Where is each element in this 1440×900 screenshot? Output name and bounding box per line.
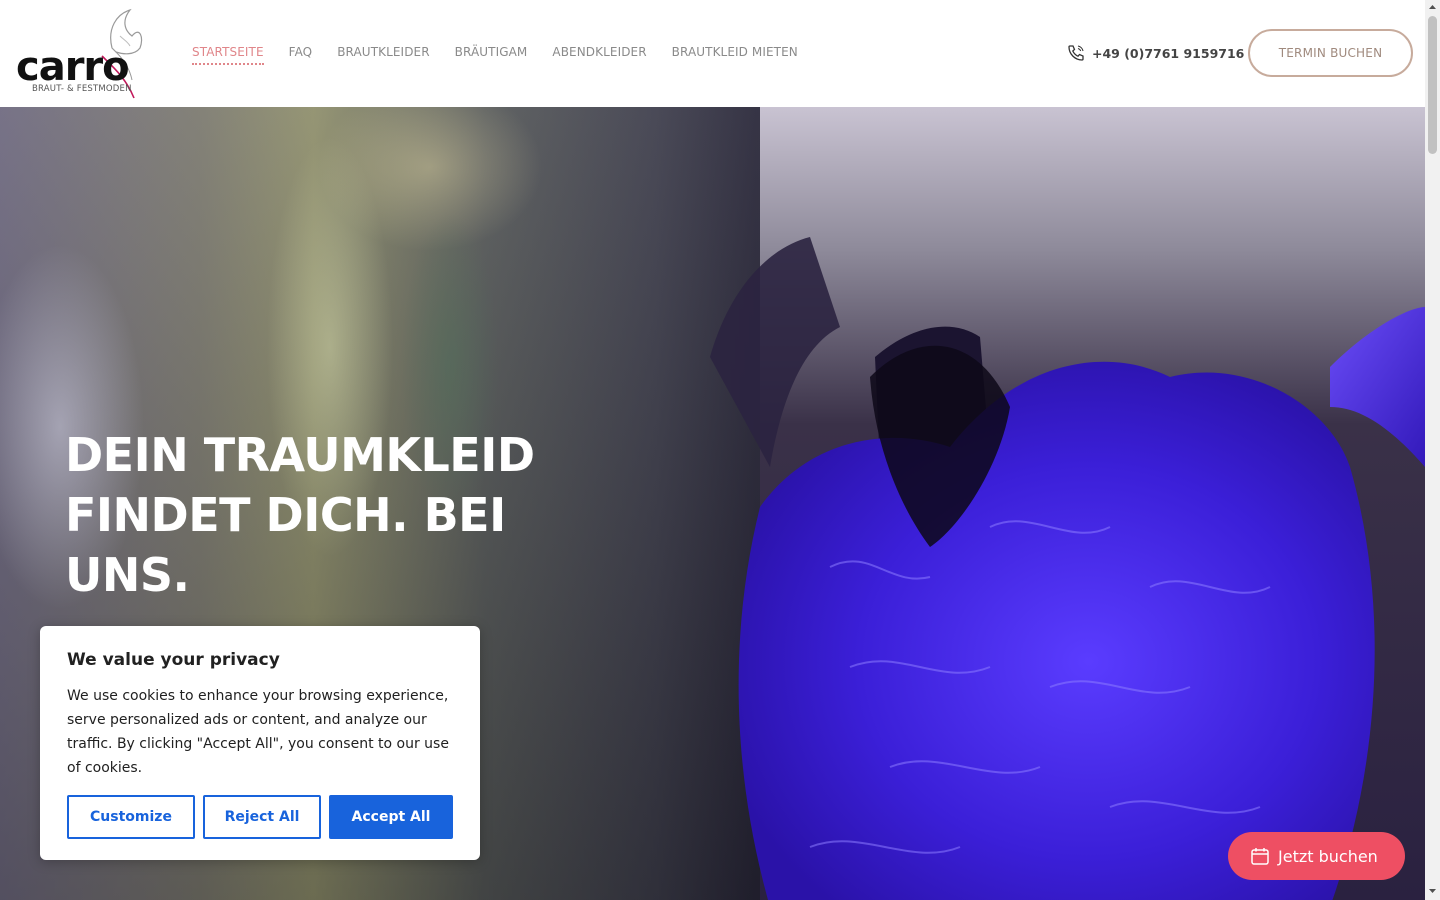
- termin-buchen-button[interactable]: TERMIN BUCHEN: [1248, 29, 1413, 77]
- phone-number: +49 (0)7761 9159716: [1092, 45, 1245, 61]
- page-scrollbar[interactable]: [1425, 0, 1440, 900]
- site-header: carro BRAUT- & FESTMODEN STARTSEITE FAQ …: [0, 0, 1425, 107]
- logo[interactable]: carro BRAUT- & FESTMODEN: [12, 8, 147, 100]
- nav-item-brautkleider[interactable]: BRAUTKLEIDER: [337, 45, 429, 65]
- nav-item-brautkleid-mieten[interactable]: BRAUTKLEID MIETEN: [672, 45, 798, 65]
- cookie-title: We value your privacy: [67, 650, 280, 670]
- phone-icon: [1068, 45, 1084, 61]
- nav-item-faq[interactable]: FAQ: [289, 45, 313, 65]
- calendar-icon: [1251, 848, 1269, 865]
- reject-all-button[interactable]: Reject All: [203, 795, 321, 839]
- cookie-buttons: Customize Reject All Accept All: [67, 795, 461, 839]
- dress-image: [710, 237, 1425, 900]
- logo-subtitle: BRAUT- & FESTMODEN: [32, 84, 132, 94]
- nav-item-startseite[interactable]: STARTSEITE: [192, 45, 264, 65]
- hero-title: DEIN TRAUMKLEID FINDET DICH. BEI UNS.: [65, 428, 535, 602]
- nav-item-braeutigam[interactable]: BRÄUTIGAM: [455, 45, 528, 65]
- jetzt-buchen-label: Jetzt buchen: [1278, 846, 1378, 866]
- accept-all-button[interactable]: Accept All: [329, 795, 453, 839]
- nav-item-abendkleider[interactable]: ABENDKLEIDER: [552, 45, 646, 65]
- scroll-up-arrow-icon[interactable]: [1428, 3, 1437, 12]
- cookie-text: We use cookies to enhance your browsing …: [67, 688, 449, 776]
- scrollbar-thumb[interactable]: [1428, 16, 1437, 154]
- scroll-down-arrow-icon[interactable]: [1428, 886, 1437, 895]
- cookie-consent-banner: We value your privacy We use cookies to …: [40, 626, 480, 860]
- phone-link[interactable]: +49 (0)7761 9159716: [1066, 43, 1244, 63]
- jetzt-buchen-button[interactable]: Jetzt buchen: [1228, 832, 1405, 880]
- customize-button[interactable]: Customize: [67, 795, 195, 839]
- main-nav: STARTSEITE FAQ BRAUTKLEIDER BRÄUTIGAM AB…: [192, 45, 823, 65]
